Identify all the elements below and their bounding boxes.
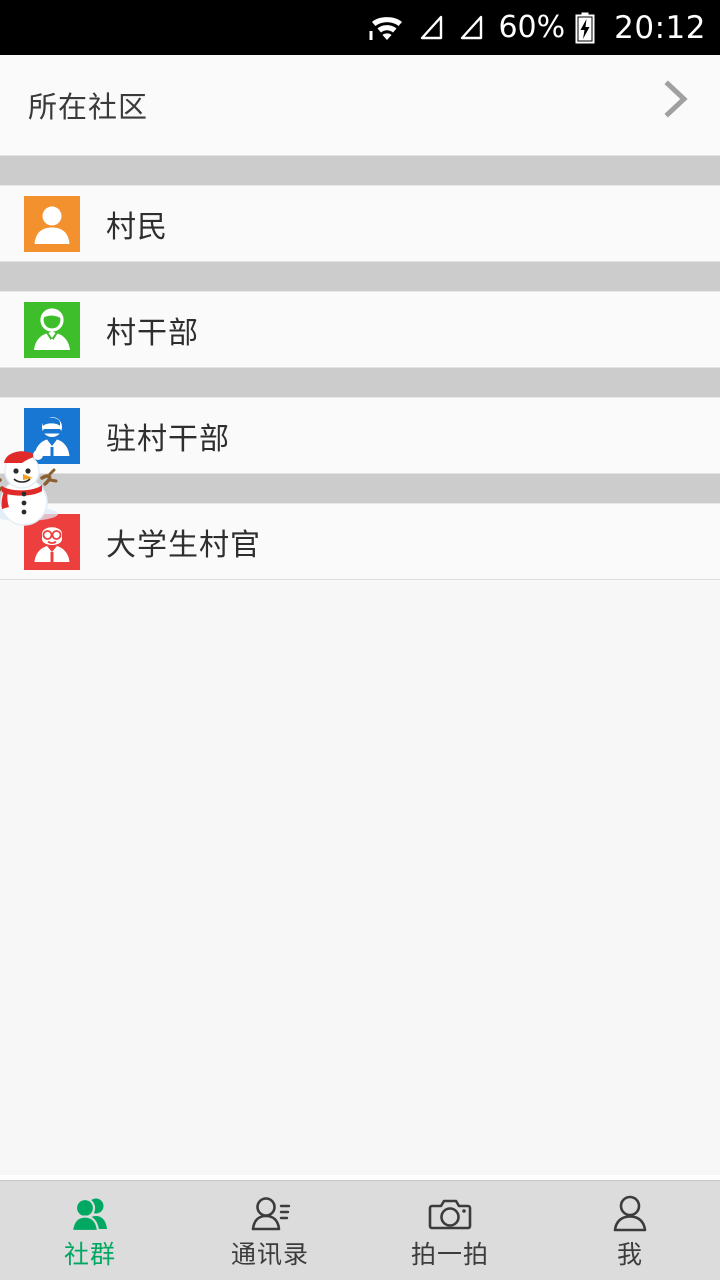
tab-label-contacts: 通讯录	[230, 1239, 309, 1269]
page-title: 所在社区	[28, 90, 149, 124]
list-item-label: 村干部	[106, 315, 199, 351]
list-separator-band-2	[0, 261, 720, 292]
tab-label-camera: 拍一拍	[410, 1239, 489, 1269]
camera-icon	[427, 1193, 473, 1239]
signal-triangle-icon-2	[456, 13, 486, 43]
signal-triangle-icon	[416, 13, 446, 43]
community-header-row[interactable]: 所在社区	[0, 55, 720, 155]
tab-label-community: 社群	[63, 1239, 116, 1269]
status-bar: 60% 20:12	[0, 0, 720, 55]
tab-label-profile: 我	[616, 1239, 643, 1269]
list-item-label: 驻村干部	[106, 421, 230, 457]
tab-contacts[interactable]: 通讯录	[180, 1181, 360, 1280]
village-cadre-avatar-icon	[24, 301, 80, 358]
group-people-icon	[67, 1193, 113, 1239]
list-item[interactable]: 大学生村官	[0, 504, 720, 579]
status-bar-clock: 20:12	[614, 9, 706, 46]
list-item[interactable]: 村干部	[0, 292, 720, 367]
list-separator-band-3	[0, 367, 720, 398]
chevron-right-icon[interactable]	[660, 76, 694, 129]
profile-person-icon	[607, 1193, 653, 1239]
content-empty-area	[0, 580, 720, 1175]
list-item-label: 大学生村官	[106, 527, 261, 563]
list-separator-band	[0, 155, 720, 186]
tab-profile[interactable]: 我	[540, 1181, 720, 1280]
student-official-avatar-icon	[24, 513, 80, 570]
community-role-list: 村民 村干部 驻村干部 大学生村官	[0, 155, 720, 1175]
list-separator-band-4	[0, 473, 720, 504]
wifi-icon	[368, 13, 406, 43]
status-bar-icons: 60% 20:12	[368, 10, 706, 46]
list-item[interactable]: 村民	[0, 186, 720, 261]
bottom-tab-bar: 社群 通讯录 拍一拍 我	[0, 1180, 720, 1280]
contacts-icon	[247, 1193, 293, 1239]
battery-charging-icon	[575, 12, 595, 44]
battery-percent-label: 60%	[498, 10, 566, 45]
villager-avatar-icon	[24, 195, 80, 252]
resident-cadre-avatar-icon	[24, 407, 80, 464]
list-item-label: 村民	[106, 209, 168, 245]
tab-community[interactable]: 社群	[0, 1181, 180, 1280]
list-item[interactable]: 驻村干部	[0, 398, 720, 473]
tab-camera[interactable]: 拍一拍	[360, 1181, 540, 1280]
